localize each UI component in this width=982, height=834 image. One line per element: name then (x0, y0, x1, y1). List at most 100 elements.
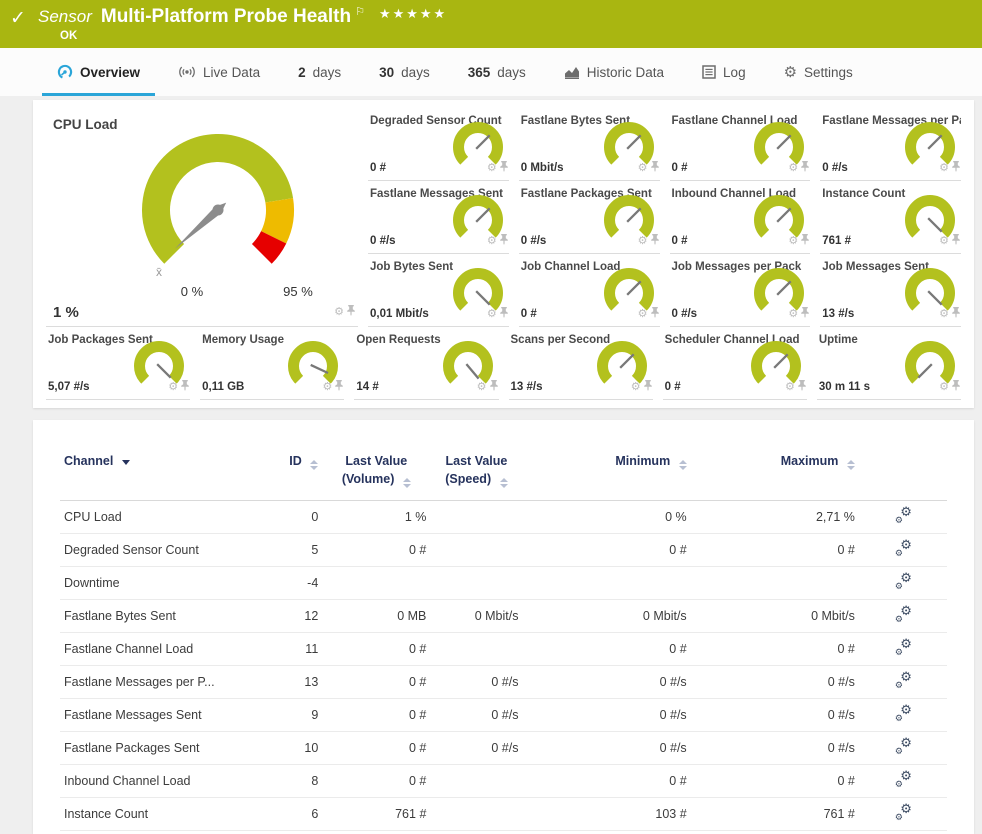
gauge-settings-gear-icon[interactable]: ⚙ (939, 382, 949, 393)
column-header-id[interactable]: ID (260, 448, 322, 501)
channel-settings-gears-icon[interactable]: ⚙⚙ (893, 540, 913, 557)
tab-live-data[interactable]: Live Data (159, 48, 279, 96)
table-row[interactable]: Degraded Sensor Count50 #0 #0 #⚙⚙ (60, 534, 947, 567)
gauge-pin-icon[interactable] (801, 159, 809, 177)
channel-settings-gears-icon[interactable]: ⚙⚙ (893, 705, 913, 722)
channel-settings-gears-icon[interactable]: ⚙⚙ (893, 804, 913, 821)
tab-number: 365 (468, 65, 491, 80)
gauge-settings-gear-icon[interactable]: ⚙ (168, 382, 178, 393)
gauge-cell-memory-usage: Memory Usage 0,11 GB ⚙ (200, 327, 344, 400)
column-header-min[interactable]: Minimum (522, 448, 690, 501)
sort-desc-icon[interactable] (122, 460, 130, 465)
gauge-settings-gear-icon[interactable]: ⚙ (322, 382, 332, 393)
cell-max: 0 #/s (691, 666, 859, 699)
gauge-pin-icon[interactable] (952, 232, 960, 250)
gauge-settings-gear-icon[interactable]: ⚙ (334, 307, 344, 318)
gauge-pin-icon[interactable] (952, 305, 960, 323)
gauge-pin-icon[interactable] (801, 305, 809, 323)
channel-settings-gears-icon[interactable]: ⚙⚙ (893, 573, 913, 590)
cell-id: 10 (260, 732, 322, 765)
gauge-pin-icon[interactable] (335, 378, 343, 396)
cell-min: 0 #/s (522, 666, 690, 699)
gauge-settings-gear-icon[interactable]: ⚙ (487, 309, 497, 320)
tab-historic-data[interactable]: Historic Data (545, 48, 683, 96)
channels-table-panel: Channel ID Last Value (Volume) Last Valu… (33, 420, 974, 834)
gauge-settings-gear-icon[interactable]: ⚙ (939, 236, 949, 247)
cell-speed (430, 501, 522, 534)
gauge-pin-icon[interactable] (952, 159, 960, 177)
gauge-settings-gear-icon[interactable]: ⚙ (788, 309, 798, 320)
flag-icon[interactable]: ⚐ (355, 6, 365, 18)
gauge-pin-icon[interactable] (651, 232, 659, 250)
table-row[interactable]: CPU Load01 %0 %2,71 %⚙⚙ (60, 501, 947, 534)
gauge-settings-gear-icon[interactable]: ⚙ (939, 309, 949, 320)
gauge-pin-icon[interactable] (644, 378, 652, 396)
gauge-value: 0 # (521, 308, 537, 320)
gauge-pin-icon[interactable] (500, 232, 508, 250)
gauge-settings-gear-icon[interactable]: ⚙ (939, 163, 949, 174)
cell-max: 0 # (691, 765, 859, 798)
table-row[interactable]: Fastlane Messages Sent90 #0 #/s0 #/s0 #/… (60, 699, 947, 732)
sort-icon[interactable] (847, 460, 855, 470)
tab-overview[interactable]: Overview (38, 48, 159, 96)
cell-volume: 0 # (322, 534, 430, 567)
gauge-pin-icon[interactable] (651, 305, 659, 323)
gauge-settings-gear-icon[interactable]: ⚙ (638, 163, 648, 174)
channel-settings-gears-icon[interactable]: ⚙⚙ (893, 771, 913, 788)
sort-icon[interactable] (310, 460, 318, 470)
gauge-settings-gear-icon[interactable]: ⚙ (785, 382, 795, 393)
chart-icon (564, 65, 580, 79)
channel-settings-gears-icon[interactable]: ⚙⚙ (893, 738, 913, 755)
gauge-settings-gear-icon[interactable]: ⚙ (487, 163, 497, 174)
tab-days[interactable]: 30 days (360, 48, 449, 96)
log-icon (702, 65, 716, 79)
table-row[interactable]: Instance Count6761 #103 #761 #⚙⚙ (60, 798, 947, 831)
sort-icon[interactable] (679, 460, 687, 470)
gauge-pin-icon[interactable] (500, 305, 508, 323)
gauge-settings-gear-icon[interactable]: ⚙ (788, 236, 798, 247)
table-row[interactable]: Fastlane Messages per P...130 #0 #/s0 #/… (60, 666, 947, 699)
gauge-pin-icon[interactable] (181, 378, 189, 396)
gauge-pin-icon[interactable] (801, 232, 809, 250)
table-row[interactable]: Downtime-4⚙⚙ (60, 567, 947, 600)
column-header-volume[interactable]: Last Value (Volume) (322, 448, 430, 501)
channel-settings-gears-icon[interactable]: ⚙⚙ (893, 507, 913, 524)
cell-max: 0 Mbit/s (691, 600, 859, 633)
gauge-settings-gear-icon[interactable]: ⚙ (788, 163, 798, 174)
column-header-speed[interactable]: Last Value (Speed) (430, 448, 522, 501)
table-row[interactable]: Fastlane Channel Load110 #0 #0 #⚙⚙ (60, 633, 947, 666)
gauge-pin-icon[interactable] (798, 378, 806, 396)
channel-settings-gears-icon[interactable]: ⚙⚙ (893, 639, 913, 656)
table-row[interactable]: Inbound Channel Load80 #0 #0 #⚙⚙ (60, 765, 947, 798)
channel-settings-gears-icon[interactable]: ⚙⚙ (893, 606, 913, 623)
gauge-settings-gear-icon[interactable]: ⚙ (638, 309, 648, 320)
gauge-pin-icon[interactable] (500, 159, 508, 177)
column-header-max[interactable]: Maximum (691, 448, 859, 501)
cell-volume: 0 # (322, 633, 430, 666)
gauge-pin-icon[interactable] (347, 303, 355, 321)
gauge-settings-gear-icon[interactable]: ⚙ (477, 382, 487, 393)
sort-icon[interactable] (403, 478, 411, 488)
gauge-settings-gear-icon[interactable]: ⚙ (487, 236, 497, 247)
gauge-pin-icon[interactable] (651, 159, 659, 177)
table-row[interactable]: Fastlane Bytes Sent120 MB0 Mbit/s0 Mbit/… (60, 600, 947, 633)
sort-icon[interactable] (500, 478, 508, 488)
gauge-settings-gear-icon[interactable]: ⚙ (638, 236, 648, 247)
column-header-channel[interactable]: Channel (60, 448, 260, 501)
gauge-value: 0 #/s (672, 308, 698, 320)
cell-speed: 0 #/s (430, 732, 522, 765)
gauge-cell-cpu-load: CPU Load x̄ 0 % 95 % 1 % ⚙ (46, 108, 358, 327)
tab-days[interactable]: 365 days (449, 48, 545, 96)
gauge-pin-icon[interactable] (952, 378, 960, 396)
tab-days[interactable]: 2 days (279, 48, 360, 96)
column-header-actions[interactable] (859, 448, 947, 501)
channel-settings-gears-icon[interactable]: ⚙⚙ (893, 672, 913, 689)
sensor-banner: ✓ SensorMulti-Platform Probe Health⚐★★★★… (0, 0, 982, 48)
channel-settings-cell: ⚙⚙ (859, 567, 947, 600)
table-row[interactable]: Fastlane Packages Sent100 #0 #/s0 #/s0 #… (60, 732, 947, 765)
tab-settings[interactable]: ⚙ Settings (765, 48, 872, 96)
gauge-settings-gear-icon[interactable]: ⚙ (631, 382, 641, 393)
gauge-pin-icon[interactable] (490, 378, 498, 396)
priority-stars[interactable]: ★★★★★ (379, 6, 447, 21)
tab-log[interactable]: Log (683, 48, 765, 96)
